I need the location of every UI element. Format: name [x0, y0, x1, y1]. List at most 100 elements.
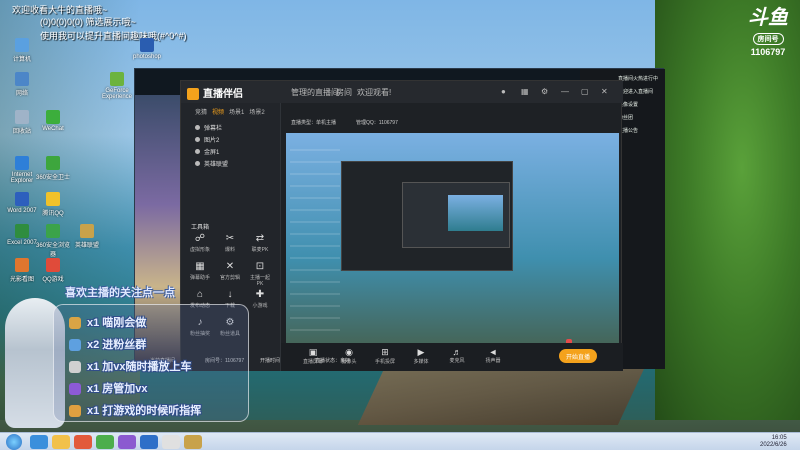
close-icon[interactable]: ✕ — [601, 87, 608, 96]
preview-nested-window-3 — [448, 195, 503, 231]
gift-text: x1 房管加vx — [87, 383, 148, 395]
eye-icon[interactable] — [195, 161, 200, 166]
tool-button[interactable]: ✂ 爆料 — [217, 233, 243, 253]
desktop-icon-label: 英雄联盟 — [74, 243, 99, 249]
start-live-button[interactable]: 开始直播 — [559, 349, 597, 363]
douyu-logo: 斗鱼 — [748, 7, 788, 29]
desktop-icon[interactable]: QQ游戏 — [36, 258, 70, 283]
desktop-icon-label: 光影看图 — [9, 277, 34, 283]
scene-item[interactable]: 图片2 — [195, 135, 219, 144]
desktop-icon[interactable]: 回收站 — [5, 110, 39, 135]
desktop-icon-label: 360安全浏览器 — [36, 243, 71, 258]
taskbar-app-icon[interactable] — [96, 435, 114, 449]
desktop-icon[interactable]: 网络 — [5, 72, 39, 97]
taskbar-app-icon[interactable] — [118, 435, 136, 449]
desktop-icon[interactable]: photoshop — [130, 38, 164, 60]
tab-0[interactable]: 竞猜 — [195, 110, 207, 116]
status-item: 开播时间 — [260, 358, 281, 364]
eye-icon[interactable] — [195, 137, 200, 142]
eye-icon[interactable] — [195, 149, 200, 154]
preview-desktop — [290, 139, 340, 339]
source-button[interactable]: ♬ 麦克风 — [445, 347, 469, 364]
desktop-icon-label: Internet Explorer — [10, 172, 34, 184]
taskbar-app-icon[interactable] — [184, 435, 202, 449]
gift-line: x1 打游戏的时候听指挥 — [69, 402, 201, 418]
tool-button[interactable]: ✚ 小游戏 — [247, 289, 273, 309]
minimize-icon[interactable]: — — [561, 87, 569, 96]
desktop-icon-label: 网络 — [15, 91, 28, 97]
scene-item[interactable]: 英雄联盟 — [195, 159, 228, 168]
desktop-icon[interactable]: 英雄联盟 — [70, 224, 104, 249]
banner-line-2: (0)0(0)0(0) 筛选展示哦~ — [40, 17, 136, 27]
scene-label: 图片2 — [204, 138, 220, 144]
desktop-icon[interactable]: Internet Explorer — [5, 156, 39, 184]
taskbar-app-icon[interactable] — [74, 435, 92, 449]
toolbox-title: 工具箱 — [191, 225, 210, 231]
desktop-icon[interactable]: 计算机 — [5, 38, 39, 63]
chat-line: 主播公告 — [618, 128, 639, 134]
clock[interactable]: 16:05 2022/6/26 — [760, 435, 787, 449]
desktop-icon-label: photoshop — [132, 54, 162, 60]
desktop-icon-label: 回收站 — [12, 129, 31, 135]
gift-line: x1 加vx随时播放上车 — [69, 358, 192, 374]
clock-date: 2022/6/26 — [760, 442, 787, 448]
avatar-icon[interactable]: ● — [501, 87, 506, 96]
desktop-icon[interactable]: Excel 2007 — [5, 224, 39, 246]
desktop-icon[interactable]: 腾讯QQ — [36, 192, 70, 217]
companion-logo-icon — [187, 88, 199, 101]
eye-icon[interactable] — [195, 125, 200, 130]
desktop-icon[interactable]: GeForce Experience — [100, 72, 134, 100]
gift-icon — [69, 405, 81, 418]
scene-item[interactable]: 弹幕栏 — [195, 123, 222, 132]
overlay-title: 喜欢主播的关注点一点 — [65, 287, 175, 299]
tool-button[interactable]: ⇄ 联麦PK — [247, 233, 273, 253]
tool-button[interactable]: ⊡ 主播一起PK — [247, 261, 273, 287]
source-button[interactable]: ⊞ 手机投屏 — [373, 347, 397, 365]
taskbar-app-icon[interactable] — [52, 435, 70, 449]
desktop-icon-glyph — [46, 258, 60, 272]
tab-2[interactable]: 场景1 — [229, 110, 244, 116]
gift-text: x1 加vx随时播放上车 — [87, 361, 192, 373]
banner-line-3: 使用我可以提升直播间趣味哦(#^0^#) — [40, 31, 187, 41]
tab-1[interactable]: 视频 — [212, 110, 224, 116]
room-title[interactable]: 管理的直播间 — [291, 87, 339, 98]
tool-label: 主播一起PK — [249, 275, 270, 287]
tool-label: 爆料 — [224, 247, 235, 253]
taskbar-app-icon[interactable] — [30, 435, 48, 449]
maximize-icon[interactable]: ▢ — [581, 87, 589, 96]
start-button[interactable] — [6, 434, 22, 450]
manager-qq: 管理QQ：1106797 — [356, 120, 398, 126]
gift-text: x2 进粉丝群 — [87, 339, 147, 351]
tool-label: 官方剪辑 — [219, 275, 240, 281]
tool-label: 联麦PK — [251, 247, 269, 253]
desktop-icon-label: WeChat — [42, 126, 64, 132]
stream-preview[interactable]: 100 — [286, 133, 619, 343]
room-link[interactable]: 欢迎观看! — [357, 87, 391, 98]
desktop-icon[interactable]: Word 2007 — [5, 192, 39, 214]
taskbar-app-icon[interactable] — [140, 435, 158, 449]
chat-line: 头像设置 — [618, 102, 639, 108]
desktop-icon[interactable]: 360安全卫士 — [36, 156, 70, 181]
companion-brand: 直播伴侣 — [187, 85, 243, 101]
tool-button[interactable]: ✕ 官方剪辑 — [217, 261, 243, 281]
desktop-icon-label: 腾讯QQ — [42, 211, 64, 217]
status-item: 直播状态：良好 — [315, 358, 351, 364]
taskbar-app-icon[interactable] — [162, 435, 180, 449]
desktop-icon-glyph — [110, 72, 124, 86]
source-button[interactable]: ▶ 多媒体 — [409, 347, 433, 365]
desktop-icon-glyph — [140, 38, 154, 52]
desktop-icon[interactable]: 光影看图 — [5, 258, 39, 283]
tool-button[interactable]: ☍ 虚拟形象 — [187, 233, 213, 253]
desktop-icon[interactable]: WeChat — [36, 110, 70, 132]
source-button[interactable]: ◄ 扬声器 — [481, 347, 505, 364]
source-icon: ⊞ — [381, 347, 389, 357]
desktop-icon[interactable]: 360安全浏览器 — [36, 224, 70, 258]
tool-button[interactable]: ▦ 弹幕助手 — [187, 261, 213, 281]
source-label: 多媒体 — [413, 359, 429, 365]
tab-3[interactable]: 场景2 — [249, 110, 264, 116]
scene-item[interactable]: 金屏1 — [195, 147, 219, 156]
gift-icon[interactable]: ▦ — [521, 87, 529, 96]
gift-icon — [69, 361, 81, 374]
stream-overlay: 喜欢主播的关注点一点 x1 喵刚会做 x2 进粉丝群 x1 加vx随时播放上车 x1 … — [5, 284, 249, 434]
settings-icon[interactable]: ⚙ — [541, 87, 548, 96]
